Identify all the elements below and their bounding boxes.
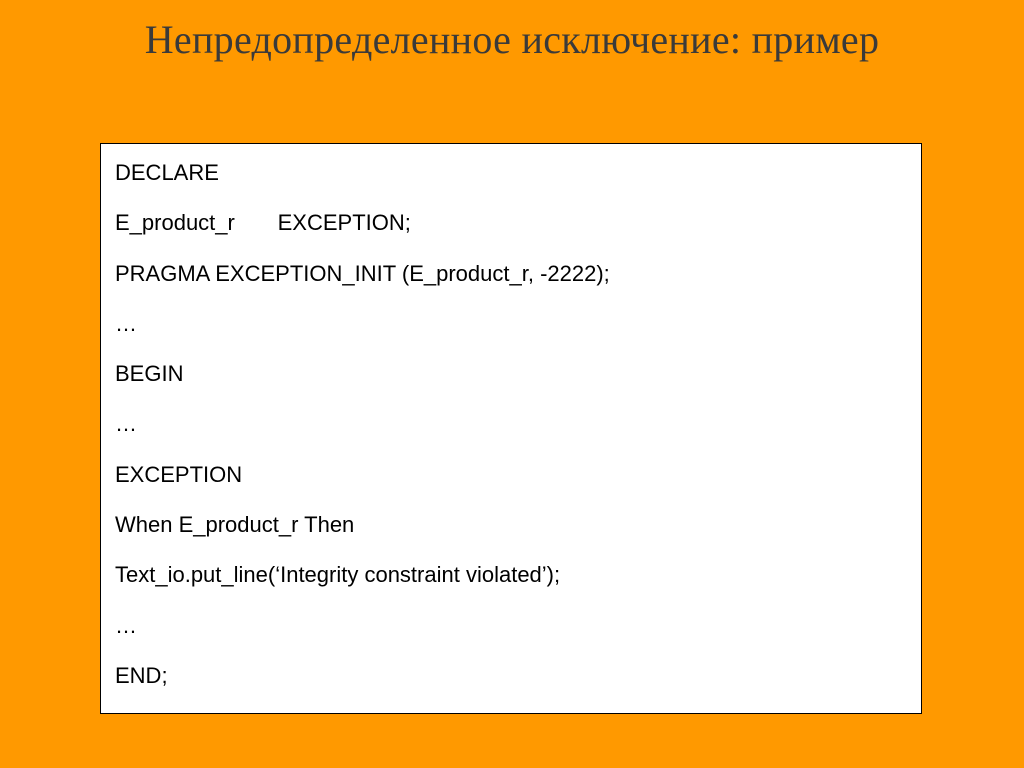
slide-title: Непредопределенное исключение: пример	[0, 16, 1024, 63]
code-line: …	[115, 613, 907, 638]
code-line: E_product_r EXCEPTION;	[115, 210, 907, 235]
code-line: When E_product_r Then	[115, 512, 907, 537]
code-line: …	[115, 311, 907, 336]
code-line: …	[115, 411, 907, 436]
code-line: PRAGMA EXCEPTION_INIT (E_product_r, -222…	[115, 261, 907, 286]
code-line: DECLARE	[115, 160, 907, 185]
code-example-box: DECLARE E_product_r EXCEPTION; PRAGMA EX…	[100, 143, 922, 714]
code-line: BEGIN	[115, 361, 907, 386]
code-line: END;	[115, 663, 907, 688]
code-line: Text_io.put_line(‘Integrity constraint v…	[115, 562, 907, 587]
slide: Непредопределенное исключение: пример DE…	[0, 0, 1024, 768]
code-line: EXCEPTION	[115, 462, 907, 487]
